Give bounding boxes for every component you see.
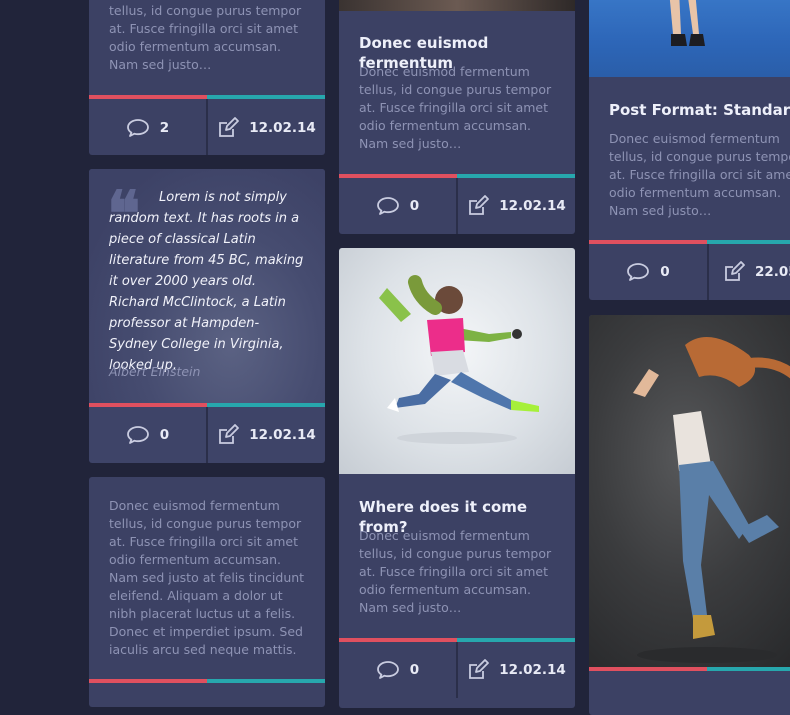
edit-icon [467,659,490,681]
comments-button[interactable]: 0 [89,407,206,463]
comment-count: 0 [409,662,420,678]
post-footer: 2 12.02.14 [89,99,325,155]
post-card[interactable]: Donec euismod fermentum Donec euismod fe… [339,0,575,234]
post-image[interactable] [589,0,790,77]
post-image [339,0,575,11]
post-image[interactable] [589,315,790,667]
comment-count: 0 [660,264,670,280]
edit-icon [723,261,745,283]
comments-button[interactable]: 0 [339,178,456,234]
quote-author: Albert Einstein [109,364,201,379]
post-excerpt: Donec euismod fermentum tellus, id congu… [609,131,790,218]
post-card[interactable]: tellus, id congue purus tempor at. Fusce… [89,0,325,155]
comment-icon [126,118,150,138]
comment-count: 2 [159,120,170,136]
post-footer: 0 22.05 [589,244,790,300]
comment-count: 0 [159,427,170,443]
date-button[interactable]: 12.02.14 [456,178,575,234]
accent-bar [89,679,325,683]
accent-bar [589,667,790,671]
edit-icon [217,117,240,139]
post-card[interactable]: Where does it come from? Donec euismod f… [339,248,575,708]
image-card[interactable] [589,315,790,715]
post-excerpt: tellus, id congue purus tempor at. Fusce… [109,3,302,72]
post-date: 12.02.14 [249,120,316,136]
post-date: 12.02.14 [499,198,566,214]
comments-button[interactable]: 0 [589,244,707,300]
post-card[interactable]: Donec euismod fermentum tellus, id congu… [89,477,325,707]
dancer-feet-illustration [669,0,705,46]
post-footer: 0 12.02.14 [339,642,575,698]
comments-button[interactable]: 0 [339,642,456,698]
post-image[interactable] [339,248,575,474]
post-title[interactable]: Post Format: Standart [609,100,790,120]
date-button[interactable]: 12.02.14 [206,99,325,155]
dancer-illustration [379,275,539,444]
post-date: 12.02.14 [249,427,316,443]
comment-count: 0 [409,198,420,214]
date-button[interactable]: 12.02.14 [206,407,325,463]
comment-icon [376,196,400,216]
quote-text: Lorem is not simply random text. It has … [109,190,304,373]
date-button[interactable]: 22.05 [707,244,790,300]
post-date: 12.02.14 [499,662,566,678]
date-button[interactable]: 12.02.14 [456,642,575,698]
dancer-illustration [633,337,790,663]
edit-icon [467,195,490,217]
post-excerpt: Donec euismod fermentum tellus, id congu… [359,64,552,151]
comments-button[interactable]: 2 [89,99,206,155]
comment-icon [126,425,150,445]
post-card[interactable]: Post Format: Standart Donec euismod ferm… [589,0,790,300]
post-excerpt: Donec euismod fermentum tellus, id congu… [359,528,552,615]
post-date: 22.05 [755,264,790,280]
post-footer: 0 12.02.14 [339,178,575,234]
edit-icon [217,424,240,446]
post-footer: 0 12.02.14 [89,407,325,463]
post-excerpt: Donec euismod fermentum tellus, id congu… [109,498,305,657]
comment-icon [626,262,650,282]
comment-icon [376,660,400,680]
quote-card[interactable]: ❝ Lorem is not simply random text. It ha… [89,169,325,463]
